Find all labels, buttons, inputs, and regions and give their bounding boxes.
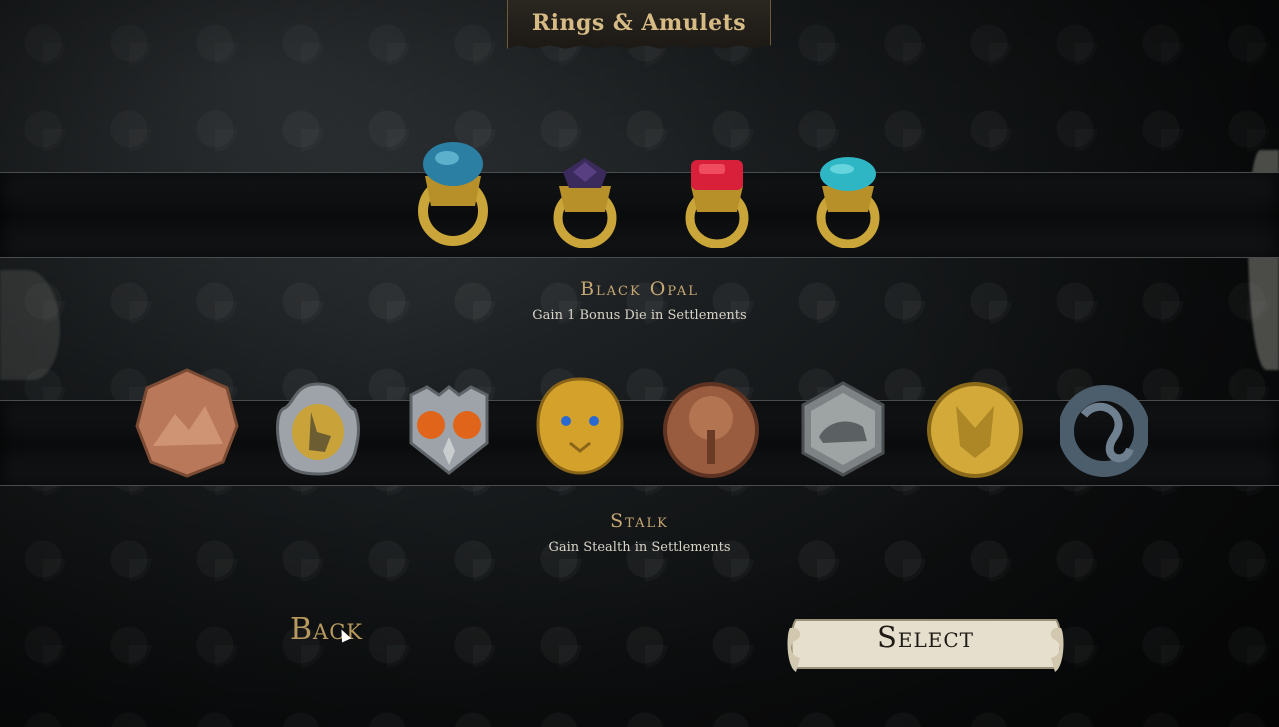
amulet-mountain[interactable] <box>135 366 239 478</box>
ring-black-opal[interactable] <box>549 152 621 249</box>
bear-amulet-icon <box>801 381 885 477</box>
serpent-amulet-icon <box>1058 385 1150 477</box>
ring-blue[interactable] <box>413 136 493 246</box>
background-vignette <box>0 0 1279 727</box>
select-button[interactable]: Select <box>786 616 1065 672</box>
ring-black-opal-icon <box>553 158 617 249</box>
amulet-serpent[interactable] <box>1058 385 1150 477</box>
ring-blue-icon <box>418 142 488 246</box>
ring-title: Black Opal <box>580 278 699 300</box>
wolf-amulet-icon <box>927 382 1023 478</box>
amulet-description: Gain Stealth in Settlements <box>548 540 731 555</box>
amulet-hare[interactable] <box>273 380 363 478</box>
ring-red-icon <box>685 160 749 249</box>
tree-amulet-icon <box>663 382 759 478</box>
rings-strip <box>0 172 1279 258</box>
amulet-lion[interactable] <box>536 377 624 475</box>
ring-turquoise-icon <box>816 157 880 249</box>
amulet-owl[interactable] <box>407 383 491 475</box>
page-title: Rings & Amulets <box>531 10 747 36</box>
ring-red[interactable] <box>681 152 753 249</box>
ring-description: Gain 1 Bonus Die in Settlements <box>532 308 747 323</box>
mountain-amulet-icon <box>135 368 239 478</box>
ring-turquoise[interactable] <box>812 152 884 249</box>
amulet-wolf[interactable] <box>926 376 1024 480</box>
lion-amulet-icon <box>536 377 624 475</box>
amulet-title: Stalk <box>610 510 669 532</box>
amulet-bear[interactable] <box>797 381 889 477</box>
amulet-tree[interactable] <box>663 380 759 480</box>
hare-amulet-icon <box>276 382 361 476</box>
select-button-label: Select <box>877 620 974 654</box>
owl-amulet-icon <box>409 385 489 475</box>
